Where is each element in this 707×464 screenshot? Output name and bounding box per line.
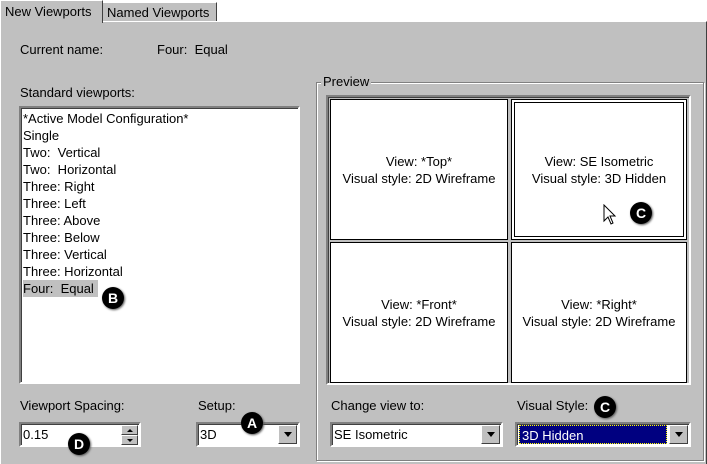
list-item[interactable]: Two: Horizontal	[21, 161, 298, 178]
setup-label: Setup:	[198, 398, 236, 413]
current-name-label: Current name:	[20, 42, 104, 57]
callout-badge-b: B	[102, 287, 124, 309]
list-item[interactable]: Single	[21, 127, 298, 144]
callout-badge-a: A	[241, 412, 263, 434]
list-item[interactable]: Three: Right	[21, 178, 298, 195]
style-text: Visual style: 2D Wireframe	[342, 170, 496, 186]
preview-viewport-right[interactable]: View: *Right* Visual style: 2D Wireframe	[511, 242, 687, 383]
viewport-spacing-label: Viewport Spacing:	[20, 398, 125, 413]
view-text: View: SE Isometric	[544, 153, 654, 169]
style-text: Visual style: 3D Hidden	[531, 170, 667, 186]
spacing-value: 0.15	[23, 427, 49, 442]
chevron-down-icon[interactable]	[669, 425, 688, 444]
current-name-value: Four: Equal	[157, 42, 228, 57]
style-text: Visual style: 2D Wireframe	[342, 313, 496, 329]
list-item[interactable]: Three: Horizontal	[21, 263, 298, 280]
spin-down-button[interactable]	[121, 435, 138, 445]
callout-badge-d: D	[68, 433, 90, 455]
tab-new-viewports[interactable]: New Viewports	[0, 0, 103, 23]
standard-viewports-list[interactable]: *Active Model Configuration* Single Two:…	[19, 106, 300, 384]
preview-viewport-front[interactable]: View: *Front* Visual style: 2D Wireframe	[330, 242, 508, 383]
list-item[interactable]: Two: Vertical	[21, 144, 298, 161]
callout-badge-c: C	[594, 396, 616, 418]
visual-style-select[interactable]: 3D Hidden	[515, 422, 691, 447]
visual-style-value: 3D Hidden	[519, 425, 667, 444]
preview-label: Preview	[321, 74, 372, 89]
chevron-down-icon[interactable]	[481, 425, 500, 444]
tab-named-viewports[interactable]: Named Viewports	[102, 2, 217, 23]
preview-viewport-top[interactable]: View: *Top* Visual style: 2D Wireframe	[330, 99, 508, 240]
chevron-down-icon[interactable]	[278, 425, 297, 444]
mouse-cursor-icon	[603, 204, 617, 225]
setup-value: 3D	[200, 427, 217, 442]
visual-style-label: Visual Style:	[517, 398, 589, 413]
list-item[interactable]: Three: Above	[21, 212, 298, 229]
preview-viewport-se-isometric[interactable]: View: SE Isometric Visual style: 3D Hidde…	[511, 99, 687, 240]
standard-viewports-label: Standard viewports:	[20, 85, 135, 100]
view-text: View: *Front*	[381, 296, 457, 312]
list-item[interactable]: Three: Vertical	[21, 246, 298, 263]
style-text: Visual style: 2D Wireframe	[522, 313, 676, 329]
list-item[interactable]: *Active Model Configuration*	[21, 110, 298, 127]
list-item[interactable]: Three: Below	[21, 229, 298, 246]
list-item-selected[interactable]: Four: Equal	[23, 280, 98, 297]
change-view-label: Change view to:	[331, 398, 425, 413]
spin-up-button[interactable]	[121, 425, 138, 435]
view-text: View: *Top*	[385, 153, 453, 169]
list-item[interactable]: Three: Left	[21, 195, 298, 212]
change-view-value: SE Isometric	[334, 427, 408, 442]
view-text: View: *Right*	[561, 296, 637, 312]
callout-badge-c: C	[630, 202, 652, 224]
change-view-select[interactable]: SE Isometric	[330, 422, 503, 447]
